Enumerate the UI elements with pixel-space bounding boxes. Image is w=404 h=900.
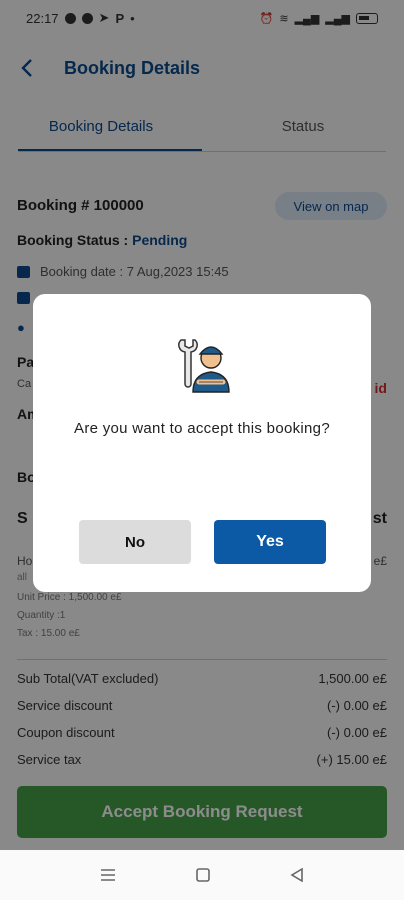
menu-icon[interactable] xyxy=(100,868,116,882)
home-icon[interactable] xyxy=(196,868,210,882)
mechanic-worker-icon xyxy=(178,339,230,393)
yes-button[interactable]: Yes xyxy=(214,520,326,564)
back-nav-icon[interactable] xyxy=(290,868,304,882)
dialog-message: Are you want to accept this booking? xyxy=(74,420,330,437)
system-nav-bar xyxy=(0,850,404,900)
confirm-dialog: Are you want to accept this booking? No … xyxy=(33,294,371,592)
no-button[interactable]: No xyxy=(79,520,191,564)
